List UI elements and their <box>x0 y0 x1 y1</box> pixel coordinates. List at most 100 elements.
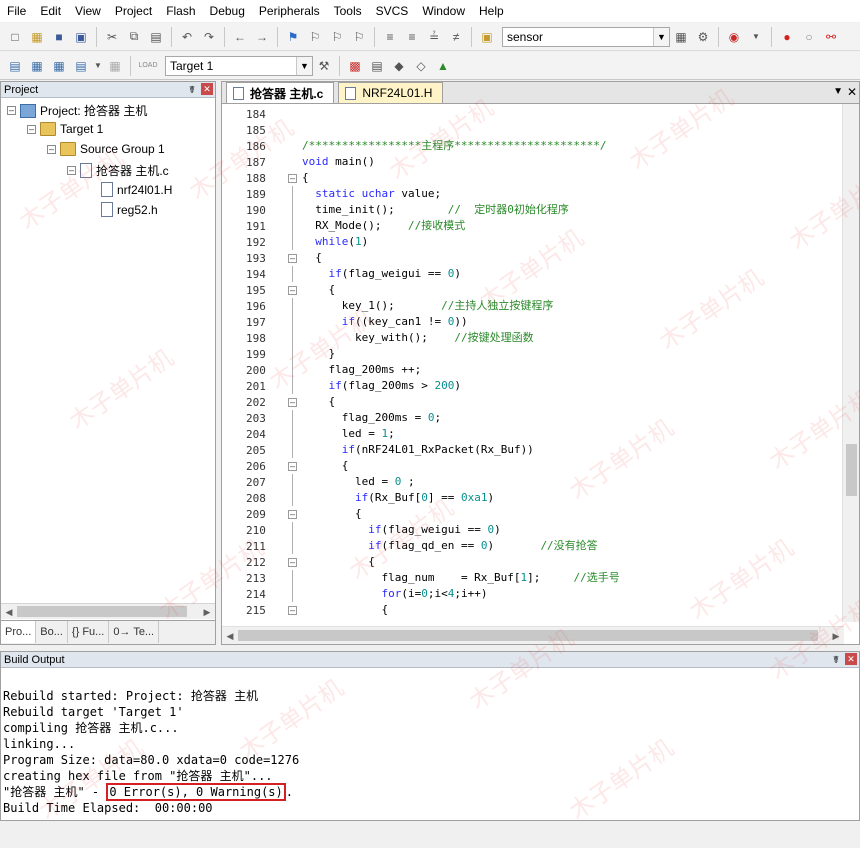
menu-svcs[interactable]: SVCS <box>369 0 416 22</box>
code-line[interactable]: { <box>302 602 388 618</box>
pack-installer-icon[interactable]: ◇ <box>412 57 430 75</box>
scroll-thumb[interactable] <box>17 606 187 617</box>
select-packs-icon[interactable]: ▲ <box>434 57 452 75</box>
copy-icon[interactable]: ⧉ <box>125 28 143 46</box>
tree-node-project[interactable]: – Project: 抢答器 主机 <box>7 102 147 119</box>
fold-toggle-icon[interactable]: – <box>288 254 297 263</box>
menu-flash[interactable]: Flash <box>159 0 202 22</box>
code-line[interactable]: RX_Mode(); //接收模式 <box>302 218 465 234</box>
code-line[interactable]: key_with(); //按键处理函数 <box>302 330 534 346</box>
fold-toggle-icon[interactable]: – <box>288 510 297 519</box>
menu-file[interactable]: File <box>0 0 33 22</box>
dropdown-small-icon[interactable]: ▼ <box>94 57 102 75</box>
dropdown-small-icon[interactable]: ▼ <box>747 28 765 46</box>
nav-back-icon[interactable]: ← <box>231 28 249 46</box>
scroll-thumb[interactable] <box>238 630 818 641</box>
editor-vscrollbar[interactable] <box>842 104 859 622</box>
scroll-right-icon[interactable]: ▶ <box>828 627 844 645</box>
menu-peripherals[interactable]: Peripherals <box>252 0 327 22</box>
menu-debug[interactable]: Debug <box>203 0 252 22</box>
tree-node-include[interactable]: reg52.h <box>101 202 158 217</box>
code-line[interactable]: { <box>302 506 362 522</box>
project-hscrollbar[interactable]: ◀ ▶ <box>1 603 215 619</box>
code-line[interactable]: if(nRF24L01_RxPacket(Rx_Buf)) <box>302 442 534 458</box>
fold-toggle-icon[interactable]: – <box>288 286 297 295</box>
cut-icon[interactable]: ✂ <box>103 28 121 46</box>
fold-toggle-icon[interactable]: – <box>288 606 297 615</box>
tab-project[interactable]: Pro... <box>1 621 37 643</box>
rte-icon[interactable]: ◆ <box>390 57 408 75</box>
manage-components-icon[interactable]: ▩ <box>346 57 364 75</box>
close-icon[interactable]: ✕ <box>847 85 857 99</box>
undo-icon[interactable]: ↶ <box>178 28 196 46</box>
paste-icon[interactable]: ▤ <box>147 28 165 46</box>
build-icon[interactable]: ▦ <box>28 57 46 75</box>
debug-session-icon[interactable]: ⚙ <box>694 28 712 46</box>
breakpoint-kill-icon[interactable]: ⚯ <box>822 28 840 46</box>
tab-books[interactable]: Bo... <box>36 621 68 643</box>
load-icon[interactable]: LOAD <box>137 57 159 75</box>
code-line[interactable]: flag_200ms ++; <box>302 362 421 378</box>
code-line[interactable]: { <box>302 250 322 266</box>
menu-window[interactable]: Window <box>415 0 472 22</box>
manage-project-items-icon[interactable]: ▤ <box>368 57 386 75</box>
uncomment-icon[interactable]: ≠ <box>447 28 465 46</box>
close-icon[interactable]: ✕ <box>845 653 857 665</box>
fold-toggle-icon[interactable]: – <box>288 558 297 567</box>
breakpoint-disable-icon[interactable]: ○ <box>800 28 818 46</box>
close-icon[interactable]: ✕ <box>201 83 213 95</box>
pin-icon[interactable]: ☤ <box>186 83 198 99</box>
tree-node-include[interactable]: nrf24l01.H <box>101 182 172 197</box>
chevron-down-icon[interactable]: ▼ <box>296 56 312 75</box>
collapse-icon[interactable]: – <box>7 106 16 115</box>
code-line[interactable]: { <box>302 394 335 410</box>
tab-functions[interactable]: {} Fu... <box>68 621 110 643</box>
collapse-icon[interactable]: – <box>67 166 76 175</box>
save-all-icon[interactable]: ▣ <box>72 28 90 46</box>
code-line[interactable]: { <box>302 170 309 186</box>
bookmark-clear-icon[interactable]: ⚐ <box>350 28 368 46</box>
fold-toggle-icon[interactable]: – <box>288 398 297 407</box>
code-line[interactable]: if((key_can1 != 0)) <box>302 314 468 330</box>
tab-main-c[interactable]: 抢答器 主机.c <box>226 82 335 103</box>
code-line[interactable]: time_init(); // 定时器0初始化程序 <box>302 202 569 218</box>
tab-templates[interactable]: 0→ Te... <box>109 621 160 643</box>
rebuild-icon[interactable]: ▦ <box>50 57 68 75</box>
code-line[interactable]: if(flag_qd_en == 0) //没有抢答 <box>302 538 597 554</box>
tree-node-source-file[interactable]: – 抢答器 主机.c <box>67 162 169 179</box>
code-line[interactable]: if(flag_weigui == 0) <box>302 266 461 282</box>
zoom-debug-icon[interactable]: ◉ <box>725 28 743 46</box>
code-line[interactable]: key_1(); //主持人独立按键程序 <box>302 298 554 314</box>
tab-nrf24l01-h[interactable]: NRF24L01.H <box>338 82 444 103</box>
open-file-icon[interactable]: ▦ <box>28 28 46 46</box>
code-line[interactable]: if(flag_weigui == 0) <box>302 522 500 538</box>
scroll-left-icon[interactable]: ◀ <box>222 627 238 645</box>
code-line[interactable]: } <box>302 346 335 362</box>
scroll-thumb[interactable] <box>846 444 857 496</box>
translate-icon[interactable]: ▤ <box>6 57 24 75</box>
tab-list-dropdown-icon[interactable]: ▼ <box>833 86 843 97</box>
incremental-find-icon[interactable]: ▦ <box>672 28 690 46</box>
redo-icon[interactable]: ↷ <box>200 28 218 46</box>
code-line[interactable]: led = 0 ; <box>302 474 415 490</box>
chevron-down-icon[interactable]: ▼ <box>653 27 669 46</box>
bookmark-next-icon[interactable]: ⚐ <box>328 28 346 46</box>
code-line[interactable]: for(i=0;i<4;i++) <box>302 586 487 602</box>
menu-edit[interactable]: Edit <box>33 0 68 22</box>
menu-project[interactable]: Project <box>108 0 159 22</box>
stop-build-icon[interactable]: ▦ <box>106 57 124 75</box>
tree-node-target[interactable]: – Target 1 <box>27 122 103 136</box>
menu-help[interactable]: Help <box>472 0 511 22</box>
code-line[interactable]: { <box>302 282 335 298</box>
code-line[interactable]: while(1) <box>302 234 368 250</box>
editor-hscrollbar[interactable]: ◀ ▶ <box>222 626 844 644</box>
search-combo[interactable]: sensor ▼ <box>502 26 670 47</box>
tree-node-group[interactable]: – Source Group 1 <box>47 142 165 156</box>
code-line[interactable]: led = 1; <box>302 426 395 442</box>
bookmark-prev-icon[interactable]: ⚐ <box>306 28 324 46</box>
code-line[interactable]: flag_200ms = 0; <box>302 410 441 426</box>
target-options-icon[interactable]: ⚒ <box>315 57 333 75</box>
code-line[interactable]: { <box>302 458 349 474</box>
fold-toggle-icon[interactable]: – <box>288 174 297 183</box>
collapse-icon[interactable]: – <box>27 124 36 134</box>
